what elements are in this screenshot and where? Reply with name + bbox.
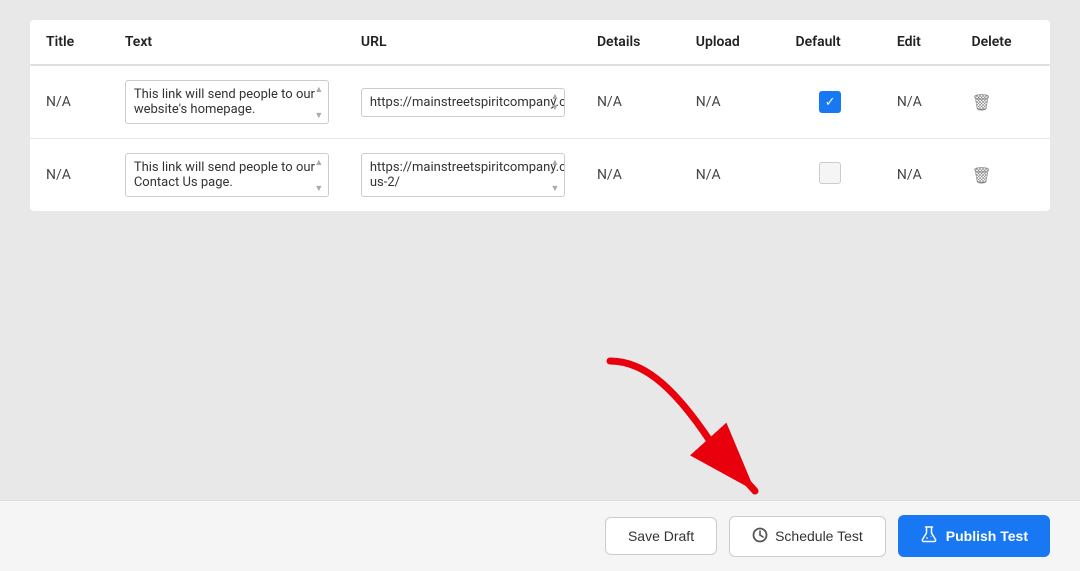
publish-label: Publish Test xyxy=(946,528,1028,544)
row1-delete-cell: 🗑 xyxy=(955,65,1050,139)
scroll-up-arrow[interactable]: ▲ xyxy=(312,157,326,167)
row1-upload: N/A xyxy=(680,65,780,139)
row2-upload: N/A xyxy=(680,139,780,212)
col-details: Details xyxy=(581,20,680,65)
row2-text-field[interactable]: This link will send people to our Contac… xyxy=(125,153,329,197)
schedule-test-button[interactable]: Schedule Test xyxy=(729,516,886,557)
row1-default-checkbox[interactable]: ✓ xyxy=(819,91,841,113)
scroll-arrows: ▲ ▼ xyxy=(548,154,562,196)
table-row: N/A This link will send people to our we… xyxy=(30,65,1050,139)
scroll-down-arrow[interactable]: ▼ xyxy=(548,183,562,193)
row1-url-field[interactable]: https://mainstreetspiritcompany.com/ ▲ ▼ xyxy=(361,88,565,117)
save-draft-button[interactable]: Save Draft xyxy=(605,517,717,555)
row2-url-cell: https://mainstreetspiritcompany.com/cont… xyxy=(345,139,581,212)
row2-url-field[interactable]: https://mainstreetspiritcompany.com/cont… xyxy=(361,153,565,197)
col-text: Text xyxy=(109,20,345,65)
footer: Save Draft Schedule Test Publish Test xyxy=(0,500,1080,571)
table-wrapper: Title Text URL Details Upload Default Ed… xyxy=(30,20,1050,211)
col-default: Default xyxy=(779,20,880,65)
table-row: N/A This link will send people to our Co… xyxy=(30,139,1050,212)
row2-details: N/A xyxy=(581,139,680,212)
scroll-down-arrow[interactable]: ▼ xyxy=(312,110,326,120)
scroll-down-arrow[interactable]: ▼ xyxy=(548,103,562,113)
row1-delete-icon[interactable]: 🗑 xyxy=(971,93,991,112)
row1-text-value: This link will send people to our websit… xyxy=(134,87,315,117)
table-header-row: Title Text URL Details Upload Default Ed… xyxy=(30,20,1050,65)
scroll-arrows: ▲ ▼ xyxy=(312,81,326,123)
row2-delete-icon[interactable]: 🗑 xyxy=(971,166,991,185)
scroll-up-arrow[interactable]: ▲ xyxy=(548,92,562,102)
row2-delete-cell: 🗑 xyxy=(955,139,1050,212)
row1-edit: N/A xyxy=(881,65,956,139)
schedule-label: Schedule Test xyxy=(775,528,863,544)
col-title: Title xyxy=(30,20,109,65)
scroll-arrows: ▲ ▼ xyxy=(548,89,562,116)
col-upload: Upload xyxy=(680,20,780,65)
row2-text-value: This link will send people to our Contac… xyxy=(134,160,315,190)
col-edit: Edit xyxy=(881,20,956,65)
row1-url-value: https://mainstreetspiritcompany.com/ xyxy=(370,95,565,110)
links-table: Title Text URL Details Upload Default Ed… xyxy=(30,20,1050,211)
row1-text-field[interactable]: This link will send people to our websit… xyxy=(125,80,329,124)
row2-url-value: https://mainstreetspiritcompany.com/cont… xyxy=(370,160,565,190)
row1-details: N/A xyxy=(581,65,680,139)
row1-text-cell: This link will send people to our websit… xyxy=(109,65,345,139)
scroll-up-arrow[interactable]: ▲ xyxy=(312,84,326,94)
row1-url-cell: https://mainstreetspiritcompany.com/ ▲ ▼ xyxy=(345,65,581,139)
col-url: URL xyxy=(345,20,581,65)
scroll-down-arrow[interactable]: ▼ xyxy=(312,183,326,193)
publish-test-button[interactable]: Publish Test xyxy=(898,515,1050,557)
row1-title: N/A xyxy=(30,65,109,139)
row1-default-cell: ✓ xyxy=(779,65,880,139)
main-content: Title Text URL Details Upload Default Ed… xyxy=(0,0,1080,500)
scroll-up-arrow[interactable]: ▲ xyxy=(548,157,562,167)
scroll-arrows: ▲ ▼ xyxy=(312,154,326,196)
flask-icon xyxy=(920,525,938,547)
row2-default-checkbox[interactable] xyxy=(819,162,841,184)
row2-text-cell: This link will send people to our Contac… xyxy=(109,139,345,212)
col-delete: Delete xyxy=(955,20,1050,65)
row2-title: N/A xyxy=(30,139,109,212)
row2-default-cell xyxy=(779,139,880,212)
clock-icon xyxy=(752,527,768,546)
row2-edit: N/A xyxy=(881,139,956,212)
